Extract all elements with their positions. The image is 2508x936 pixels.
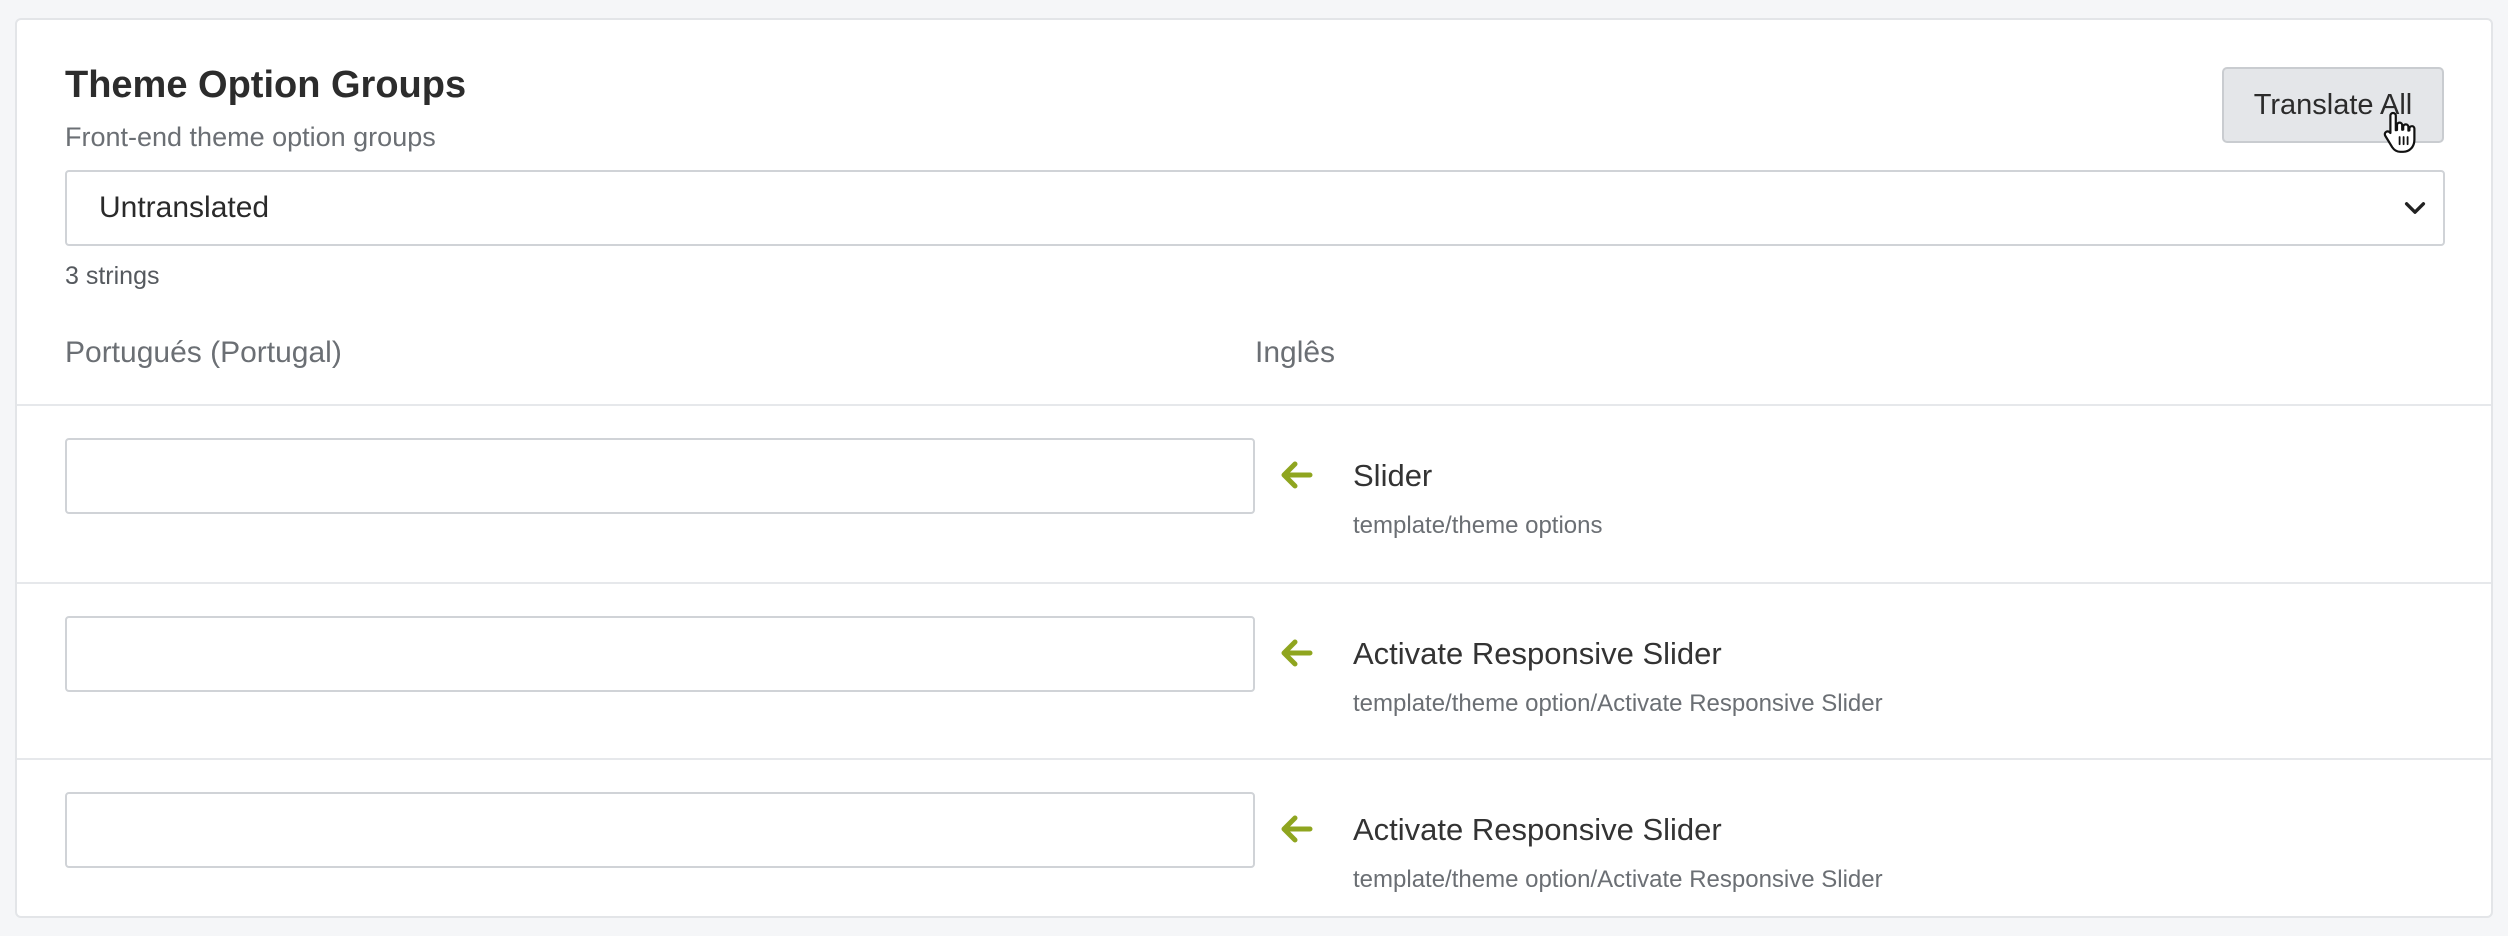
section-header: Theme Option Groups Front-end theme opti…	[65, 64, 467, 152]
source-string: Slider	[1353, 458, 1433, 493]
source-string: Activate Responsive Slider	[1353, 812, 1722, 847]
translation-row: Activate Responsive Slider template/them…	[17, 584, 2491, 760]
filter-select[interactable]: Untranslated	[65, 170, 2445, 246]
section-title: Theme Option Groups	[65, 64, 467, 106]
source-string: Activate Responsive Slider	[1353, 636, 1722, 671]
arrow-left-icon[interactable]	[1279, 638, 1313, 668]
chevron-down-icon	[2404, 202, 2426, 214]
translation-input[interactable]	[65, 792, 1255, 868]
arrow-left-icon[interactable]	[1279, 814, 1313, 844]
translation-panel: Theme Option Groups Front-end theme opti…	[15, 18, 2493, 918]
source-context: template/theme option/Activate Responsiv…	[1353, 690, 1883, 717]
translation-input[interactable]	[65, 438, 1255, 514]
source-context: template/theme option/Activate Responsiv…	[1353, 866, 1883, 893]
translation-input[interactable]	[65, 616, 1255, 692]
arrow-left-icon[interactable]	[1279, 460, 1313, 490]
source-context: template/theme options	[1353, 512, 1603, 539]
filter-select-value: Untranslated	[99, 191, 270, 224]
target-language-header: Portugués (Portugal)	[65, 336, 342, 369]
translation-row: Activate Responsive Slider template/them…	[17, 760, 2491, 936]
translation-row: Slider template/theme options	[17, 406, 2491, 582]
section-subtitle: Front-end theme option groups	[65, 122, 436, 152]
strings-count: 3 strings	[65, 262, 160, 290]
source-language-header: Inglês	[1255, 336, 1336, 369]
hand-cursor-icon	[2383, 111, 2416, 153]
